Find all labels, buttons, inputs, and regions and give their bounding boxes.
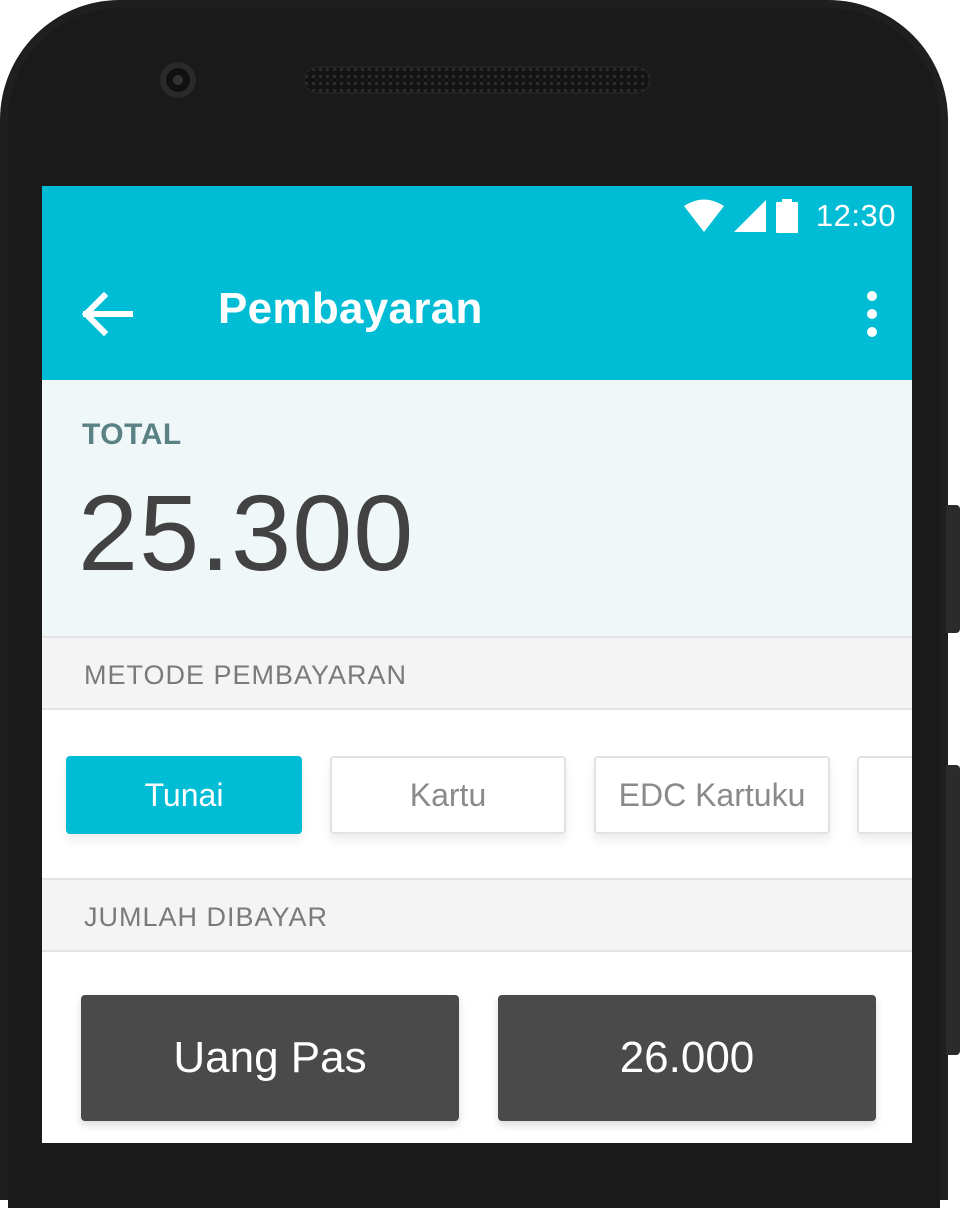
payment-method-header: METODE PEMBAYARAN bbox=[42, 636, 912, 710]
total-section: TOTAL 25.300 bbox=[42, 380, 912, 636]
power-button bbox=[946, 505, 960, 633]
amount-paid-options: Uang Pas 26.000 bbox=[42, 952, 912, 1143]
method-button-more[interactable] bbox=[857, 756, 912, 834]
amount-paid-header-label: JUMLAH DIBAYAR bbox=[84, 902, 329, 932]
volume-button bbox=[946, 765, 960, 1055]
method-button-kartu[interactable]: Kartu bbox=[330, 756, 566, 834]
more-vert-icon[interactable] bbox=[852, 286, 892, 342]
cell-signal-icon bbox=[733, 200, 766, 232]
battery-icon bbox=[775, 199, 798, 233]
total-label: TOTAL bbox=[82, 418, 182, 451]
status-bar: 12:30 bbox=[42, 186, 912, 246]
page-title: Pembayaran bbox=[218, 284, 483, 333]
status-icons: 12:30 bbox=[683, 198, 896, 234]
screen: 12:30 Pembayaran TOTAL 25.300 METODE PEM… bbox=[42, 186, 912, 1143]
method-button-edc-kartuku[interactable]: EDC Kartuku bbox=[594, 756, 830, 834]
wifi-icon bbox=[683, 199, 724, 232]
app-bar: Pembayaran bbox=[42, 246, 912, 380]
speaker-icon bbox=[303, 66, 651, 94]
amount-26000-button[interactable]: 26.000 bbox=[498, 995, 876, 1121]
exact-amount-button[interactable]: Uang Pas bbox=[81, 995, 459, 1121]
total-amount: 25.300 bbox=[78, 472, 415, 593]
camera-icon bbox=[160, 62, 196, 98]
amount-paid-header: JUMLAH DIBAYAR bbox=[42, 878, 912, 952]
payment-method-options: Tunai Kartu EDC Kartuku bbox=[42, 710, 912, 878]
status-time: 12:30 bbox=[815, 198, 896, 233]
arrow-back-icon[interactable] bbox=[78, 286, 134, 342]
payment-method-header-label: METODE PEMBAYARAN bbox=[84, 660, 408, 690]
method-button-tunai[interactable]: Tunai bbox=[66, 756, 302, 834]
